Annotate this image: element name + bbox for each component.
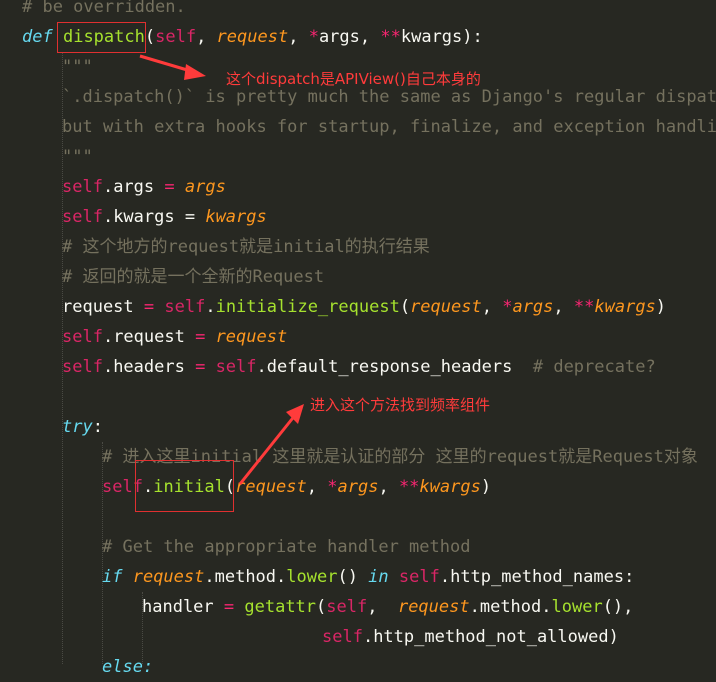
initial-annotation: 进入这个方法找到频率组件 bbox=[310, 396, 491, 414]
dispatch-annotation: 这个dispatch是APIView()自己本身的 bbox=[226, 70, 481, 88]
code-editor[interactable]: # be overridden. def dispatch(self, requ… bbox=[0, 0, 716, 677]
annotation-arrows bbox=[139, 54, 304, 485]
